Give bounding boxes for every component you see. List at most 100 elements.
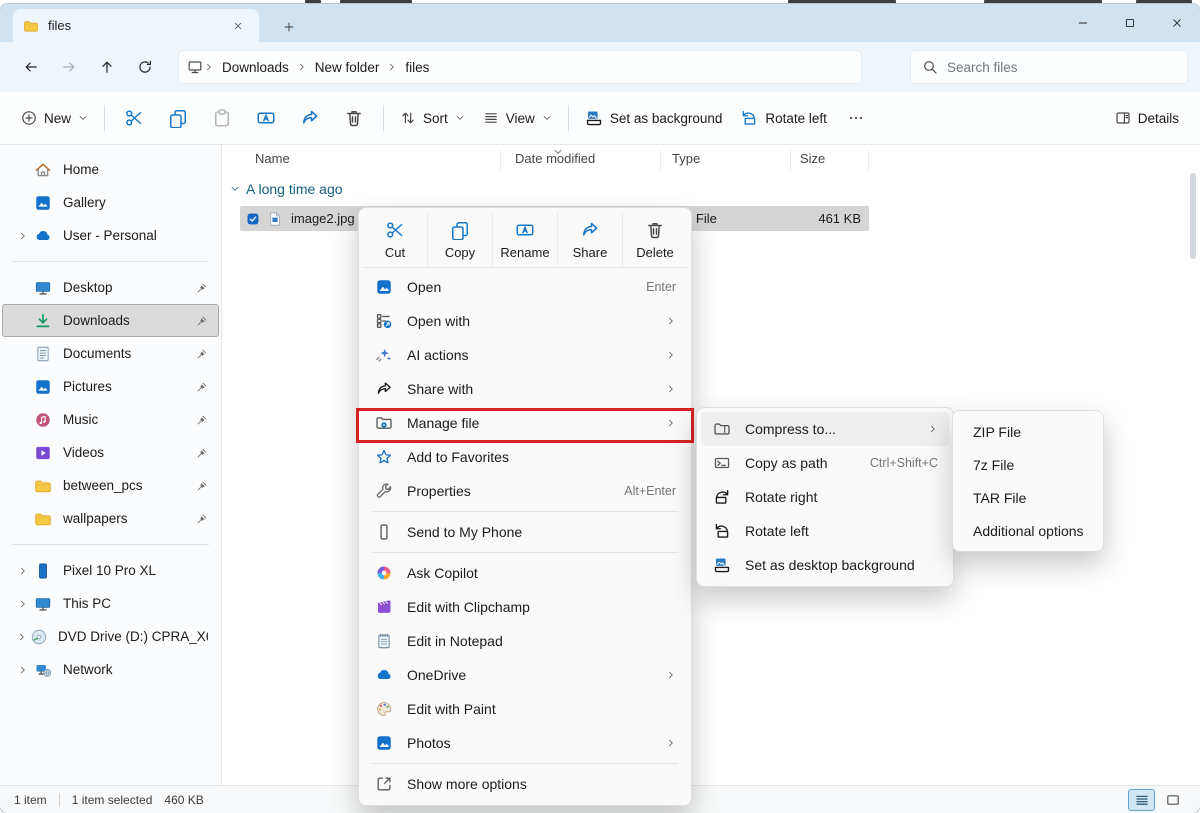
sidebar-item-home[interactable]: Home bbox=[2, 153, 219, 186]
more-options-button[interactable] bbox=[836, 103, 876, 133]
menu-item-send-to-my-phone[interactable]: Send to My Phone bbox=[363, 515, 687, 549]
quick-action-share[interactable]: Share bbox=[558, 212, 623, 267]
refresh-button[interactable] bbox=[126, 49, 164, 85]
sidebar-item-pixel-10-pro-xl[interactable]: Pixel 10 Pro XL bbox=[2, 554, 219, 587]
back-button[interactable] bbox=[12, 49, 50, 85]
menu-item-ask-copilot[interactable]: Ask Copilot bbox=[363, 556, 687, 590]
sidebar-item-user-personal[interactable]: User - Personal bbox=[2, 219, 219, 252]
menu-item-zip-file[interactable]: ZIP File bbox=[957, 415, 1099, 448]
sidebar-item-music[interactable]: Music bbox=[2, 403, 219, 436]
maximize-button[interactable] bbox=[1106, 4, 1153, 42]
sidebar-item-label: Videos bbox=[63, 445, 104, 460]
breadcrumb-segment-files[interactable]: files bbox=[398, 56, 436, 79]
breadcrumb-segment-new-folder[interactable]: New folder bbox=[308, 56, 387, 79]
sidebar-item-this-pc[interactable]: This PC bbox=[2, 587, 219, 620]
menu-item-7z-file[interactable]: 7z File bbox=[957, 448, 1099, 481]
toolbar-separator bbox=[383, 105, 384, 131]
sidebar-item-desktop[interactable]: Desktop bbox=[2, 271, 219, 304]
sidebar-item-between-pcs[interactable]: between_pcs bbox=[2, 469, 219, 502]
close-button[interactable] bbox=[1153, 4, 1200, 42]
sidebar-item-label: Desktop bbox=[63, 280, 113, 295]
expander-chevron-icon[interactable] bbox=[13, 566, 33, 576]
menu-item-additional-options[interactable]: Additional options bbox=[957, 514, 1099, 547]
search-box[interactable] bbox=[910, 50, 1188, 84]
explorer-tab[interactable]: files bbox=[13, 9, 259, 42]
forward-button[interactable] bbox=[50, 49, 88, 85]
vertical-scrollbar[interactable] bbox=[1188, 147, 1198, 783]
rotate-left-button[interactable]: Rotate left bbox=[731, 102, 836, 134]
menu-item-share-with[interactable]: Share with bbox=[363, 372, 687, 406]
expander-chevron-icon[interactable] bbox=[13, 599, 33, 609]
paste-button[interactable] bbox=[200, 101, 244, 135]
menu-item-compress-to[interactable]: Compress to... bbox=[701, 412, 949, 446]
menu-item-edit-in-notepad[interactable]: Edit in Notepad bbox=[363, 624, 687, 658]
sidebar-item-wallpapers[interactable]: wallpapers bbox=[2, 502, 219, 535]
up-button[interactable] bbox=[88, 49, 126, 85]
menu-item-ai-actions[interactable]: AI actions bbox=[363, 338, 687, 372]
tab-close-icon[interactable] bbox=[227, 15, 249, 37]
checkbox-checked-icon[interactable] bbox=[247, 213, 259, 225]
sidebar-item-downloads[interactable]: Downloads bbox=[2, 304, 219, 337]
expander-chevron-icon[interactable] bbox=[13, 665, 33, 675]
menu-item-rotate-left[interactable]: Rotate left bbox=[701, 514, 949, 548]
sidebar-item-network[interactable]: Network bbox=[2, 653, 219, 686]
search-input[interactable] bbox=[947, 60, 1147, 75]
menu-item-edit-with-paint[interactable]: Edit with Paint bbox=[363, 692, 687, 726]
rename-button[interactable] bbox=[244, 101, 288, 135]
new-tab-button[interactable] bbox=[276, 14, 302, 40]
sidebar-item-label: Documents bbox=[63, 346, 131, 361]
menu-item-rotate-right[interactable]: Rotate right bbox=[701, 480, 949, 514]
column-separator bbox=[660, 149, 661, 171]
view-button[interactable]: View bbox=[474, 103, 561, 133]
sidebar-item-documents[interactable]: Documents bbox=[2, 337, 219, 370]
minimize-button[interactable] bbox=[1059, 4, 1106, 42]
menu-item-onedrive[interactable]: OneDrive bbox=[363, 658, 687, 692]
details-view-toggle[interactable] bbox=[1128, 789, 1155, 811]
set-as-background-button[interactable]: Set as background bbox=[576, 102, 732, 134]
menu-item-tar-file[interactable]: TAR File bbox=[957, 481, 1099, 514]
menu-item-open-with[interactable]: Open with bbox=[363, 304, 687, 338]
menu-item-copy-as-path[interactable]: Copy as pathCtrl+Shift+C bbox=[701, 446, 949, 480]
details-button[interactable]: Details bbox=[1106, 103, 1188, 133]
icons-view-toggle[interactable] bbox=[1159, 789, 1186, 811]
view-button-label: View bbox=[506, 111, 535, 126]
quick-action-copy[interactable]: Copy bbox=[428, 212, 493, 267]
expander-chevron-icon[interactable] bbox=[13, 632, 30, 642]
sidebar-item-gallery[interactable]: Gallery bbox=[2, 186, 219, 219]
tab-title: files bbox=[48, 18, 71, 33]
sidebar-item-videos[interactable]: Videos bbox=[2, 436, 219, 469]
column-header-size[interactable]: Size bbox=[800, 151, 825, 166]
breadcrumb[interactable]: Downloads New folder files bbox=[178, 50, 862, 84]
delete-button[interactable] bbox=[332, 101, 376, 135]
sidebar-item-pictures[interactable]: Pictures bbox=[2, 370, 219, 403]
column-header-date-modified[interactable]: Date modified bbox=[515, 151, 595, 166]
quick-action-cut[interactable]: Cut bbox=[363, 212, 428, 267]
copy-button[interactable] bbox=[156, 101, 200, 135]
menu-item-set-as-desktop-background[interactable]: Set as desktop background bbox=[701, 548, 949, 582]
menu-item-photos[interactable]: Photos bbox=[363, 726, 687, 760]
quick-action-rename[interactable]: Rename bbox=[493, 212, 558, 267]
quick-action-delete[interactable]: Delete bbox=[623, 212, 687, 267]
sidebar-list: HomeGalleryUser - Personal Desktop Downloa… bbox=[0, 153, 221, 686]
column-header-name[interactable]: Name bbox=[255, 151, 290, 166]
expander-chevron-icon[interactable] bbox=[13, 231, 33, 241]
group-header[interactable]: A long time ago bbox=[230, 181, 343, 197]
status-separator bbox=[59, 793, 60, 807]
breadcrumb-segment-downloads[interactable]: Downloads bbox=[215, 56, 296, 79]
menu-item-manage-file[interactable]: Manage file bbox=[363, 406, 687, 440]
menu-item-shortcut: Enter bbox=[646, 280, 676, 294]
menu-item-properties[interactable]: PropertiesAlt+Enter bbox=[363, 474, 687, 508]
scrollbar-thumb[interactable] bbox=[1190, 173, 1196, 259]
set-background-icon bbox=[712, 556, 732, 574]
cut-button[interactable] bbox=[112, 101, 156, 135]
sidebar-item-dvd-drive-d-cpra-x64fre[interactable]: DVD Drive (D:) CPRA_X64FRE_ bbox=[2, 620, 219, 653]
share-button[interactable] bbox=[288, 101, 332, 135]
new-button[interactable]: New bbox=[12, 103, 97, 133]
column-header-type[interactable]: Type bbox=[672, 151, 700, 166]
menu-item-show-more-options[interactable]: Show more options bbox=[363, 767, 687, 801]
menu-item-open[interactable]: OpenEnter bbox=[363, 270, 687, 304]
sort-button[interactable]: Sort bbox=[391, 103, 474, 133]
sidebar-item-label: between_pcs bbox=[63, 478, 143, 493]
menu-item-add-to-favorites[interactable]: Add to Favorites bbox=[363, 440, 687, 474]
menu-item-edit-with-clipchamp[interactable]: Edit with Clipchamp bbox=[363, 590, 687, 624]
